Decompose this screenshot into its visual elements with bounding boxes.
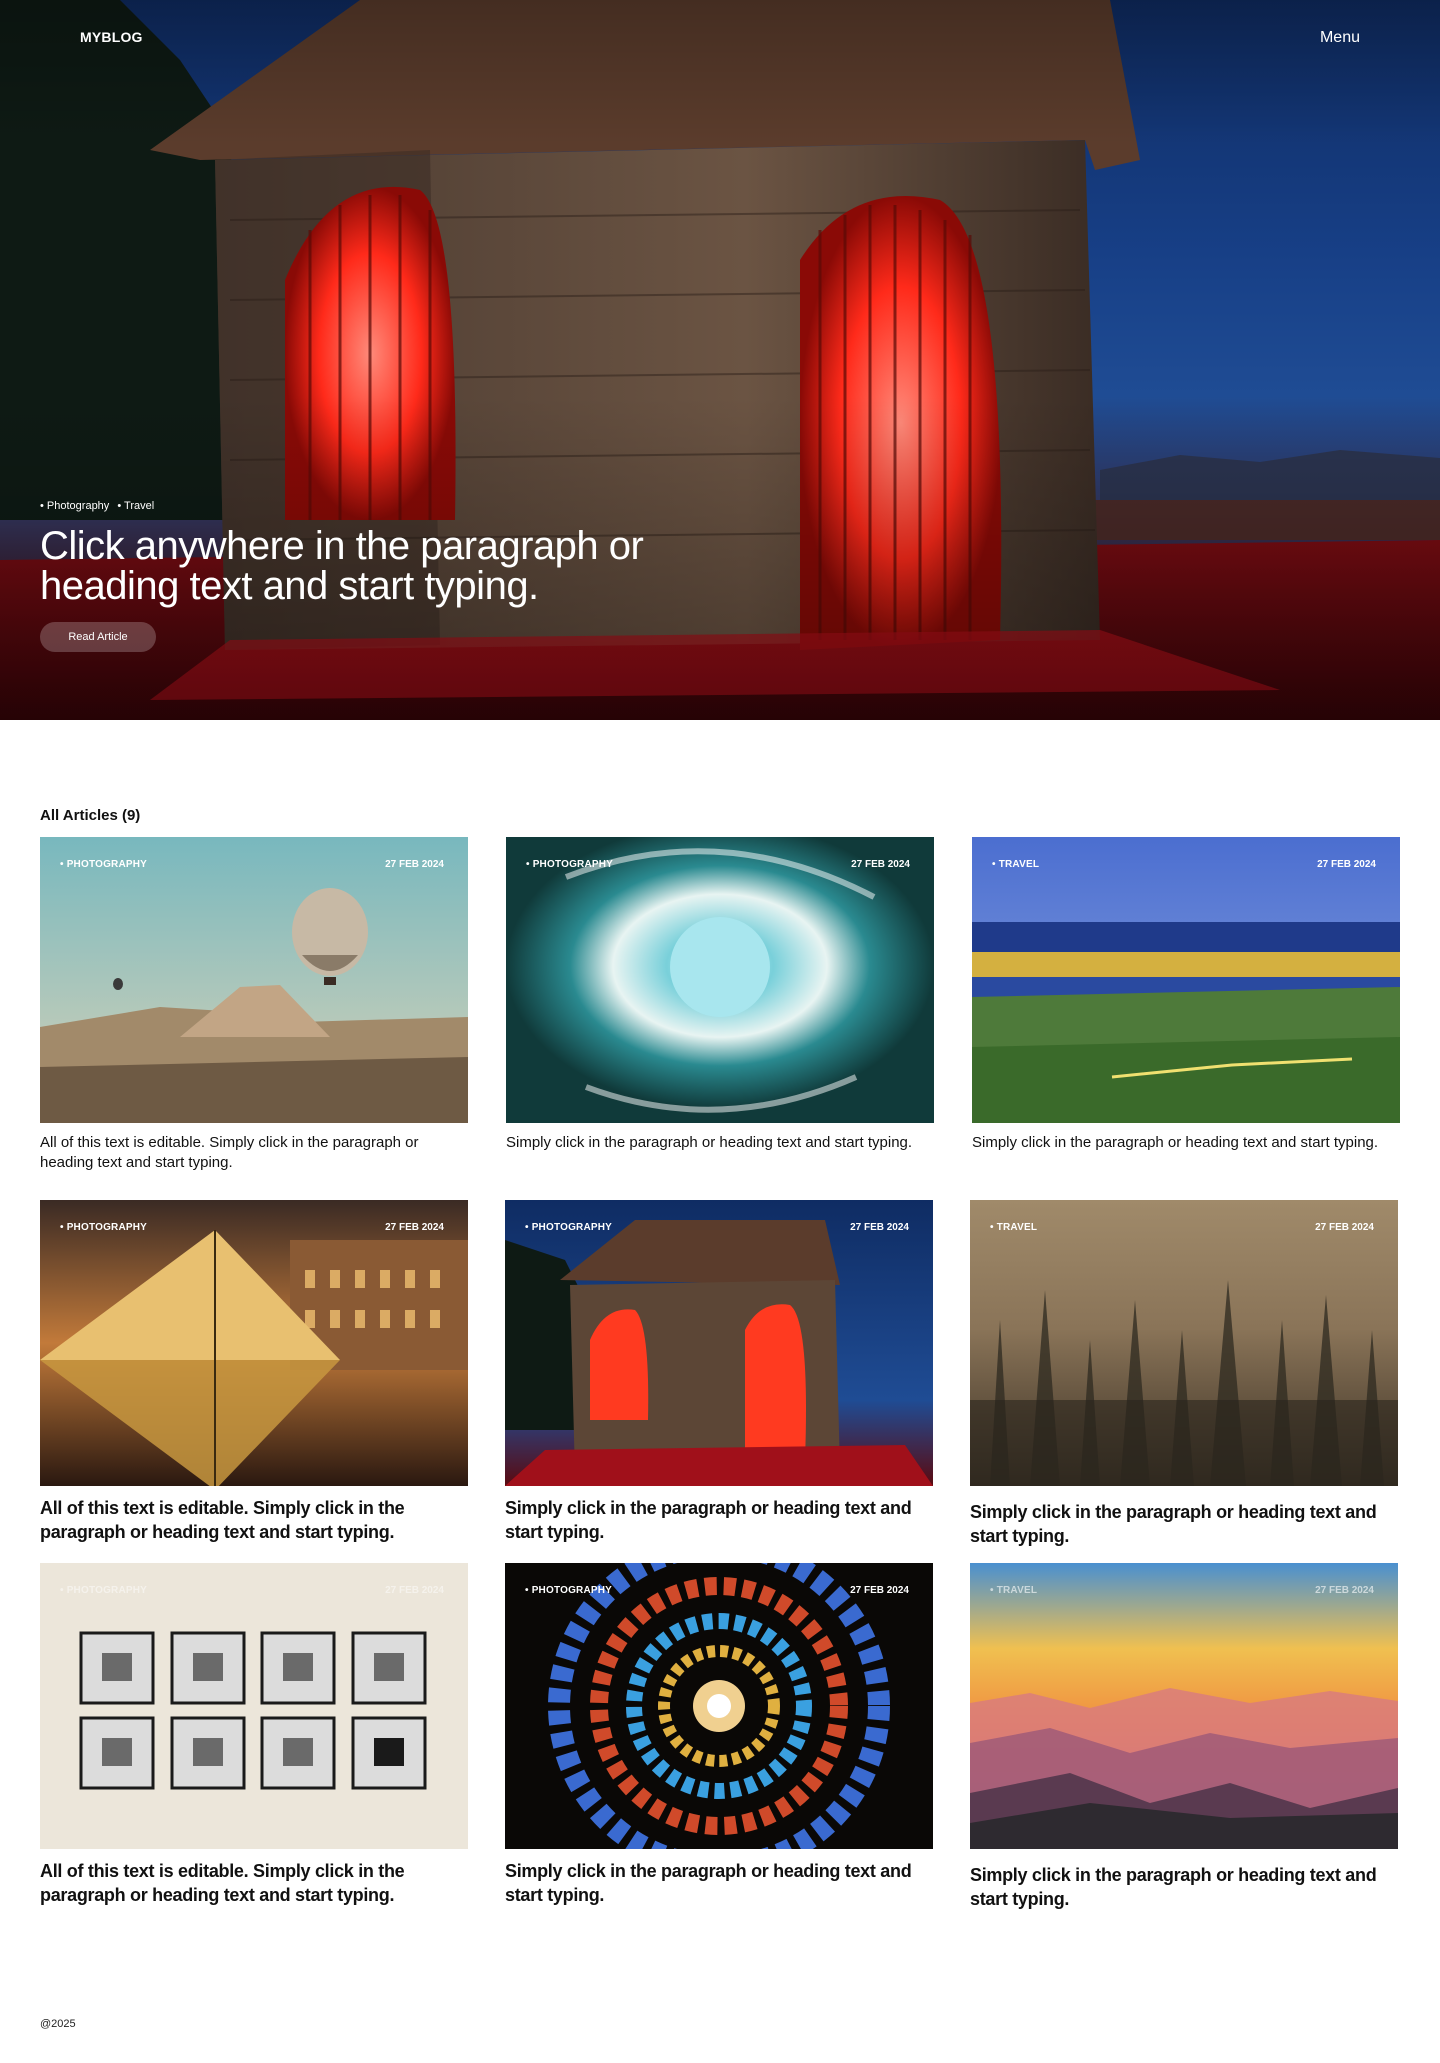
article-thumbnail[interactable]: Travel 27 FEB 2024 [970,1563,1398,1849]
hero-tag-travel[interactable]: Travel [117,500,154,512]
hero-title: Click anywhere in the paragraph or headi… [40,524,644,608]
article-excerpt[interactable]: All of this text is editable. Simply cli… [40,1859,468,1907]
article-date: 27 FEB 2024 [850,1222,909,1233]
mountain-sunset-image [970,1563,1398,1849]
article-category[interactable]: Travel [992,859,1039,870]
stadium-field-image [972,837,1400,1123]
article-thumbnail[interactable]: Photography 27 FEB 2024 [40,1563,468,1849]
article-date: 27 FEB 2024 [385,1585,444,1596]
article-thumbnail[interactable]: Photography 27 FEB 2024 [40,837,468,1123]
article-category[interactable]: Photography [60,1585,147,1596]
article-thumbnail[interactable]: Travel 27 FEB 2024 [970,1200,1398,1486]
stone-hut-red-light-image [505,1200,933,1486]
article-thumbnail[interactable]: Photography 27 FEB 2024 [40,1200,468,1486]
article-category[interactable]: Travel [990,1222,1037,1233]
all-articles-heading: All Articles (9) [40,807,141,824]
ocean-wave-tunnel-image [506,837,934,1123]
article-card[interactable]: Photography 27 FEB 2024 All of this text… [40,1200,468,1544]
article-excerpt[interactable]: Simply click in the paragraph or heading… [506,1133,934,1153]
article-category[interactable]: Photography [60,1222,147,1233]
misty-forest-image [970,1200,1398,1486]
article-date: 27 FEB 2024 [1315,1585,1374,1596]
article-card[interactable]: Photography 27 FEB 2024 Simply click in … [505,1563,933,1907]
article-thumbnail[interactable]: Photography 27 FEB 2024 [506,837,934,1123]
article-card[interactable]: Travel 27 FEB 2024 Simply click in the p… [972,837,1400,1153]
framed-gallery-wall-image [40,1563,468,1849]
article-card[interactable]: Travel 27 FEB 2024 Simply click in the p… [970,1200,1398,1548]
article-category[interactable]: Photography [525,1222,612,1233]
article-thumbnail[interactable]: Travel 27 FEB 2024 [972,837,1400,1123]
article-excerpt[interactable]: Simply click in the paragraph or heading… [972,1133,1400,1153]
article-category[interactable]: Photography [60,859,147,870]
footer-copyright: @2025 [40,2018,76,2030]
article-date: 27 FEB 2024 [385,859,444,870]
article-excerpt[interactable]: Simply click in the paragraph or heading… [970,1500,1398,1548]
article-excerpt[interactable]: All of this text is editable. Simply cli… [40,1133,468,1173]
article-date: 27 FEB 2024 [1317,859,1376,870]
hero-tags: Photography Travel [40,500,154,512]
hero-tag-photography[interactable]: Photography [40,500,109,512]
article-category[interactable]: Photography [525,1585,612,1596]
hero-overlay [0,0,1440,720]
hero-banner: MYBLOG Menu Photography Travel Click any… [0,0,1440,720]
brand-logo[interactable]: MYBLOG [80,29,143,45]
article-card[interactable]: Travel 27 FEB 2024 Simply click in the p… [970,1563,1398,1911]
article-excerpt[interactable]: Simply click in the paragraph or heading… [505,1496,933,1544]
article-excerpt[interactable]: Simply click in the paragraph or heading… [505,1859,933,1907]
article-excerpt[interactable]: All of this text is editable. Simply cli… [40,1496,468,1544]
article-thumbnail[interactable]: Photography 27 FEB 2024 [505,1563,933,1849]
article-date: 27 FEB 2024 [850,1585,909,1596]
article-category[interactable]: Photography [526,859,613,870]
article-excerpt[interactable]: Simply click in the paragraph or heading… [970,1863,1398,1911]
article-card[interactable]: Photography 27 FEB 2024 Simply click in … [505,1200,933,1544]
hot-air-balloon-image [40,837,468,1123]
read-article-button[interactable]: Read Article [40,622,156,652]
article-card[interactable]: Photography 27 FEB 2024 All of this text… [40,1563,468,1907]
article-category[interactable]: Travel [990,1585,1037,1596]
article-date: 27 FEB 2024 [851,859,910,870]
menu-button[interactable]: Menu [1320,29,1360,47]
article-date: 27 FEB 2024 [385,1222,444,1233]
article-card[interactable]: Photography 27 FEB 2024 Simply click in … [506,837,934,1153]
article-thumbnail[interactable]: Photography 27 FEB 2024 [505,1200,933,1486]
stained-glass-spiral-image [505,1563,933,1849]
article-date: 27 FEB 2024 [1315,1222,1374,1233]
article-card[interactable]: Photography 27 FEB 2024 All of this text… [40,837,468,1173]
louvre-pyramid-image [40,1200,468,1486]
